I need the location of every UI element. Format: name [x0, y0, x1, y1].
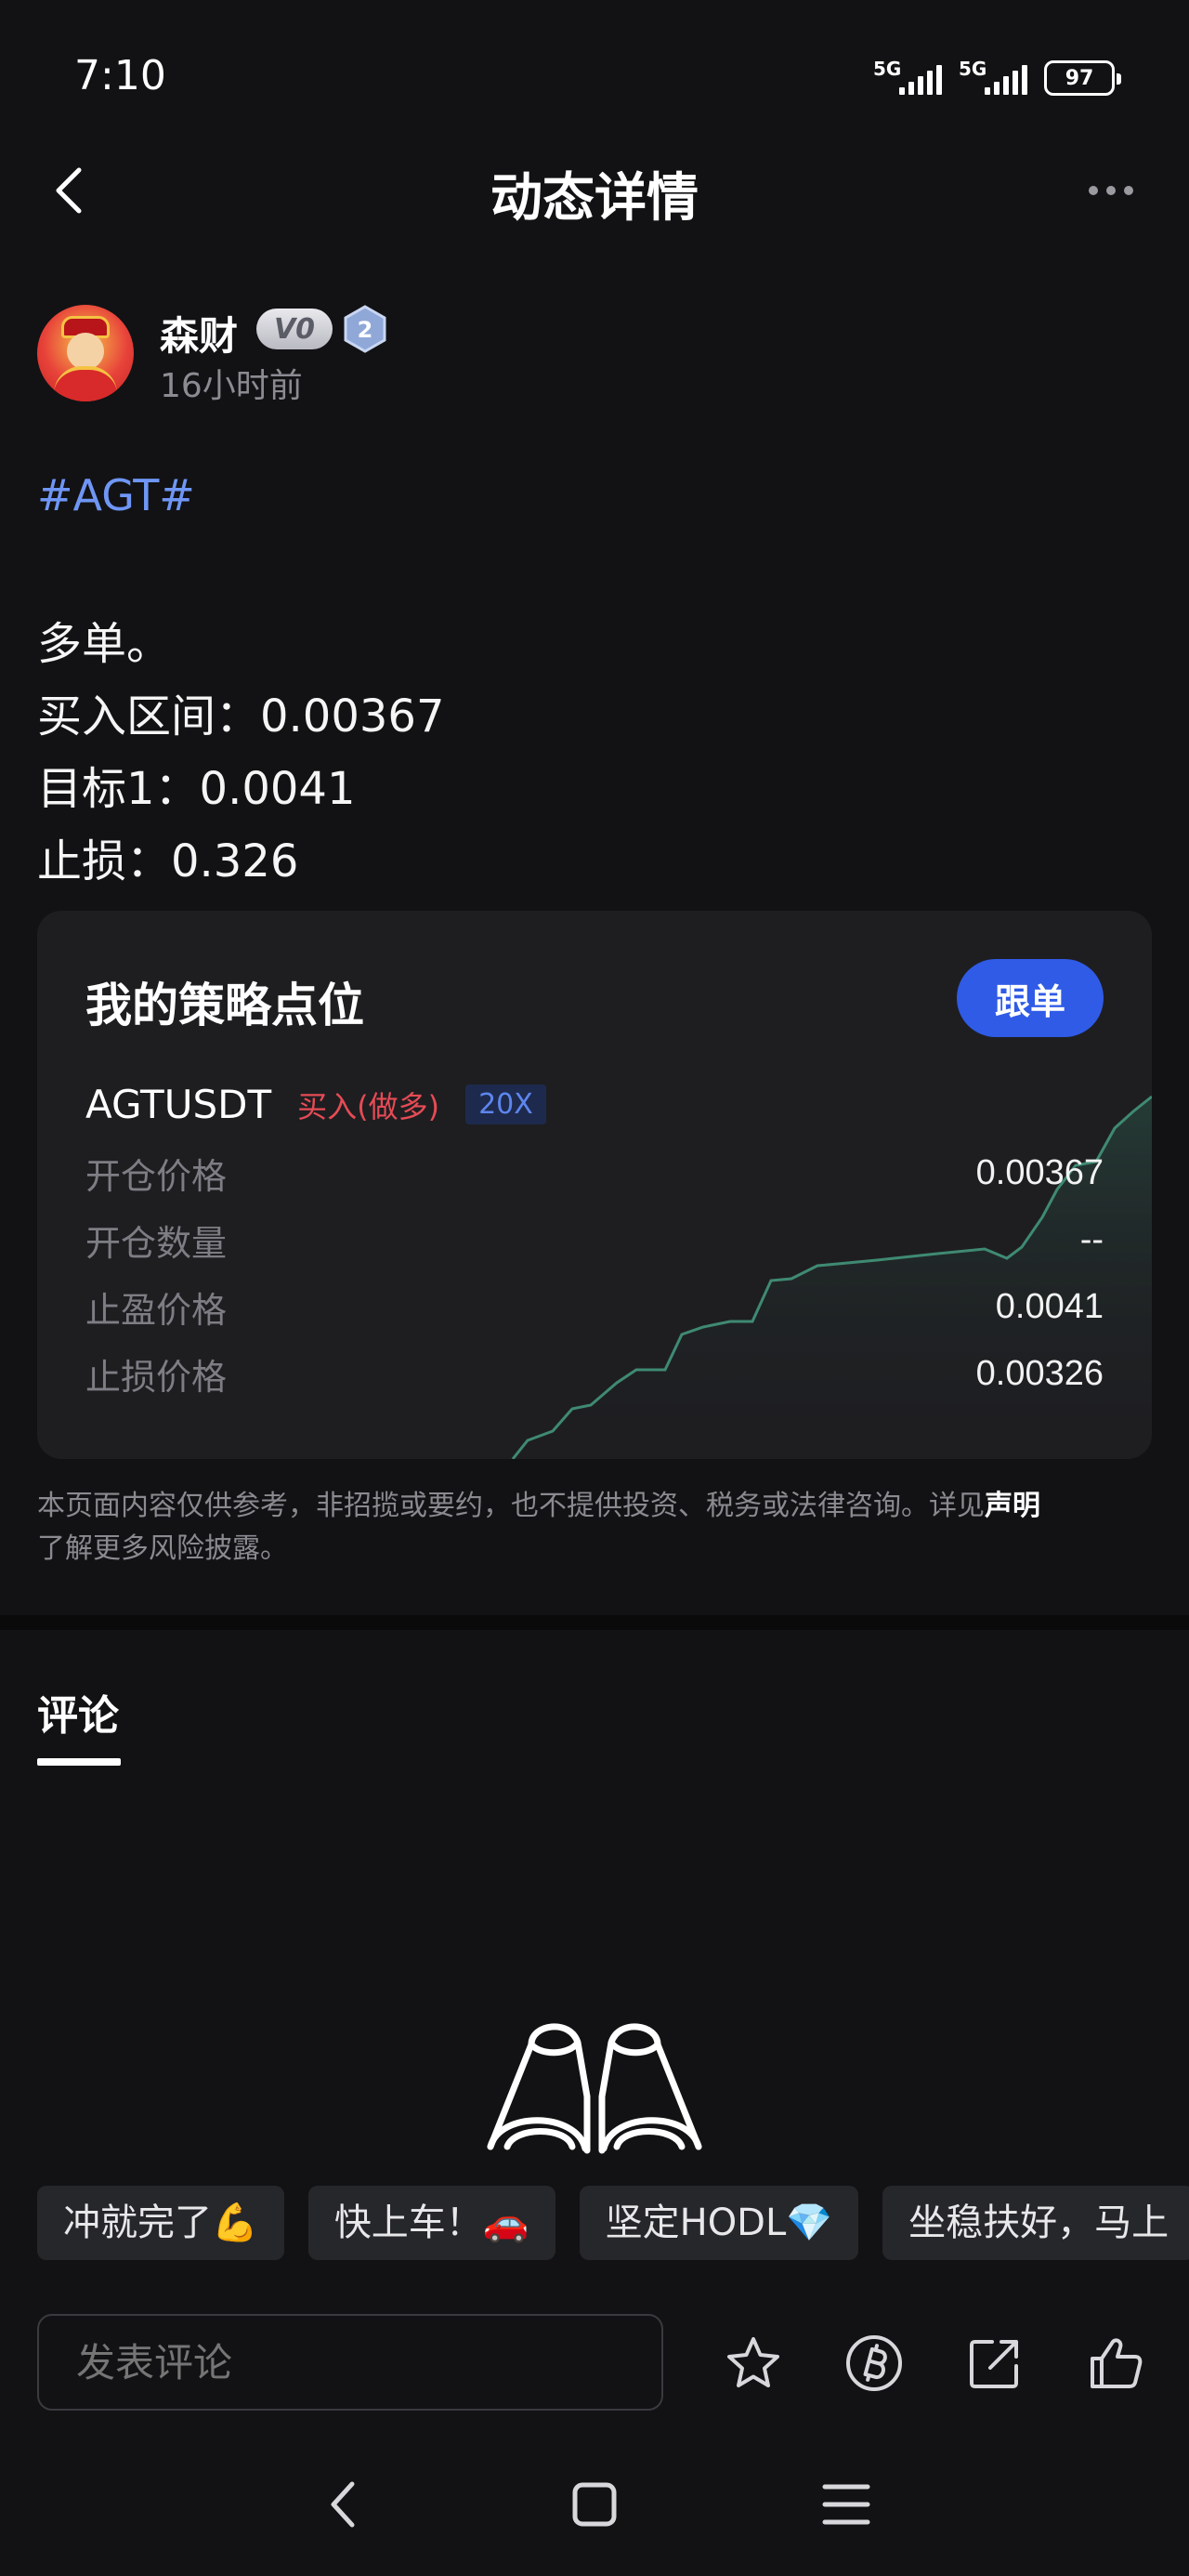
signal-icon: 5G: [873, 58, 942, 99]
strategy-title: 我的策略点位: [85, 979, 364, 1032]
post-line: 目标1：0.0041: [37, 763, 356, 815]
like-button[interactable]: [1083, 2331, 1148, 2396]
author-info: 森财 V0 2 16小时前: [37, 305, 1152, 407]
disclaimer-text: 本页面内容仅供参考，非招揽或要约，也不提供投资、税务或法律咨询。详见: [37, 1490, 985, 1522]
follow-order-button[interactable]: 跟单: [957, 959, 1104, 1037]
star-icon: [727, 2337, 779, 2387]
post-line: 买入区间：0.00367: [37, 690, 445, 743]
rank-badge-number: 2: [358, 317, 373, 343]
order-side: 买入(做多): [297, 1088, 440, 1124]
open-price-row: 开仓价格 0.00367: [85, 1145, 1104, 1201]
nav-back-icon: [331, 2481, 355, 2528]
post-hashtag[interactable]: #AGT#: [37, 470, 195, 520]
take-profit-label: 止盈价格: [85, 1289, 228, 1331]
more-button[interactable]: [1074, 167, 1148, 214]
tip-coin-icon: [846, 2335, 902, 2391]
share-icon: [970, 2340, 1018, 2388]
post-body: 多单。 买入区间：0.00367 目标1：0.0041 止损：0.326: [37, 608, 445, 898]
avatar[interactable]: [37, 305, 134, 401]
nav-back-button[interactable]: [310, 2472, 375, 2537]
quick-reply-chip[interactable]: 坚定HODL💎: [579, 2186, 859, 2260]
disclaimer-link[interactable]: 声明: [985, 1490, 1040, 1522]
open-price-value: 0.00367: [975, 1152, 1104, 1192]
status-icons: 5G 5G 97: [873, 56, 1121, 100]
share-button[interactable]: [962, 2331, 1027, 2396]
open-quantity-row: 开仓数量 --: [85, 1212, 1104, 1268]
post-line: 多单。: [37, 618, 172, 670]
status-time: 7:10: [74, 52, 166, 99]
signal-icon: 5G: [959, 58, 1027, 99]
author-name[interactable]: 森财: [160, 305, 238, 361]
quick-reply-chip[interactable]: 冲就完了💪: [37, 2186, 284, 2260]
trading-pair-row: AGTUSDT 买入(做多) 20X: [85, 1082, 546, 1127]
battery-icon: 97: [1044, 60, 1121, 96]
post-time: 16小时前: [160, 367, 303, 405]
more-dots-icon: [1089, 186, 1098, 195]
take-profit-value: 0.0041: [995, 1286, 1104, 1326]
strategy-card[interactable]: 我的策略点位 跟单 AGTUSDT 买入(做多) 20X 开仓价格 0.0036…: [37, 911, 1152, 1459]
page-title: 动态详情: [490, 168, 699, 229]
battery-level: 97: [1065, 66, 1094, 90]
trading-pair-symbol: AGTUSDT: [85, 1082, 272, 1127]
nav-home-icon: [572, 2482, 617, 2527]
take-profit-row: 止盈价格 0.0041: [85, 1279, 1104, 1334]
open-quantity-value: --: [1079, 1219, 1104, 1259]
stop-loss-value: 0.00326: [975, 1353, 1104, 1393]
disclaimer: 本页面内容仅供参考，非招揽或要约，也不提供投资、税务或法律咨询。详见声明 了解更…: [37, 1485, 1161, 1571]
disclaimer-tail: 了解更多风险披露。: [37, 1532, 288, 1565]
app-header: 动态详情: [0, 139, 1189, 242]
tab-active-indicator: [37, 1758, 121, 1766]
nav-home-button[interactable]: [562, 2472, 627, 2537]
favorite-button[interactable]: [721, 2331, 786, 2396]
leverage-badge: 20X: [465, 1084, 546, 1124]
post-line: 止损：0.326: [37, 835, 299, 887]
stop-loss-label: 止损价格: [85, 1356, 228, 1398]
stop-loss-row: 止损价格 0.00326: [85, 1346, 1104, 1401]
binoculars-icon: [487, 2023, 702, 2154]
tip-button[interactable]: [842, 2331, 907, 2396]
nav-menu-icon: [822, 2484, 870, 2525]
comment-input[interactable]: [37, 2314, 663, 2411]
tab-comments[interactable]: 评论: [37, 1682, 119, 1741]
vip-badge: V0: [256, 309, 333, 349]
section-divider: [0, 1615, 1189, 1630]
open-price-label: 开仓价格: [85, 1155, 228, 1197]
quick-reply-chip[interactable]: 快上车！🚗: [307, 2186, 555, 2260]
like-icon: [1091, 2338, 1143, 2388]
nav-menu-button[interactable]: [814, 2472, 879, 2537]
open-quantity-label: 开仓数量: [85, 1222, 228, 1264]
status-bar: 7:10 5G 5G 97: [0, 0, 1189, 149]
quick-reply-chip[interactable]: 坐稳扶好，马上: [882, 2186, 1189, 2260]
quick-reply-chips: 冲就完了💪 快上车！🚗 坚定HODL💎 坐稳扶好，马上: [37, 2186, 1189, 2260]
rank-badge-icon: 2: [342, 305, 388, 353]
